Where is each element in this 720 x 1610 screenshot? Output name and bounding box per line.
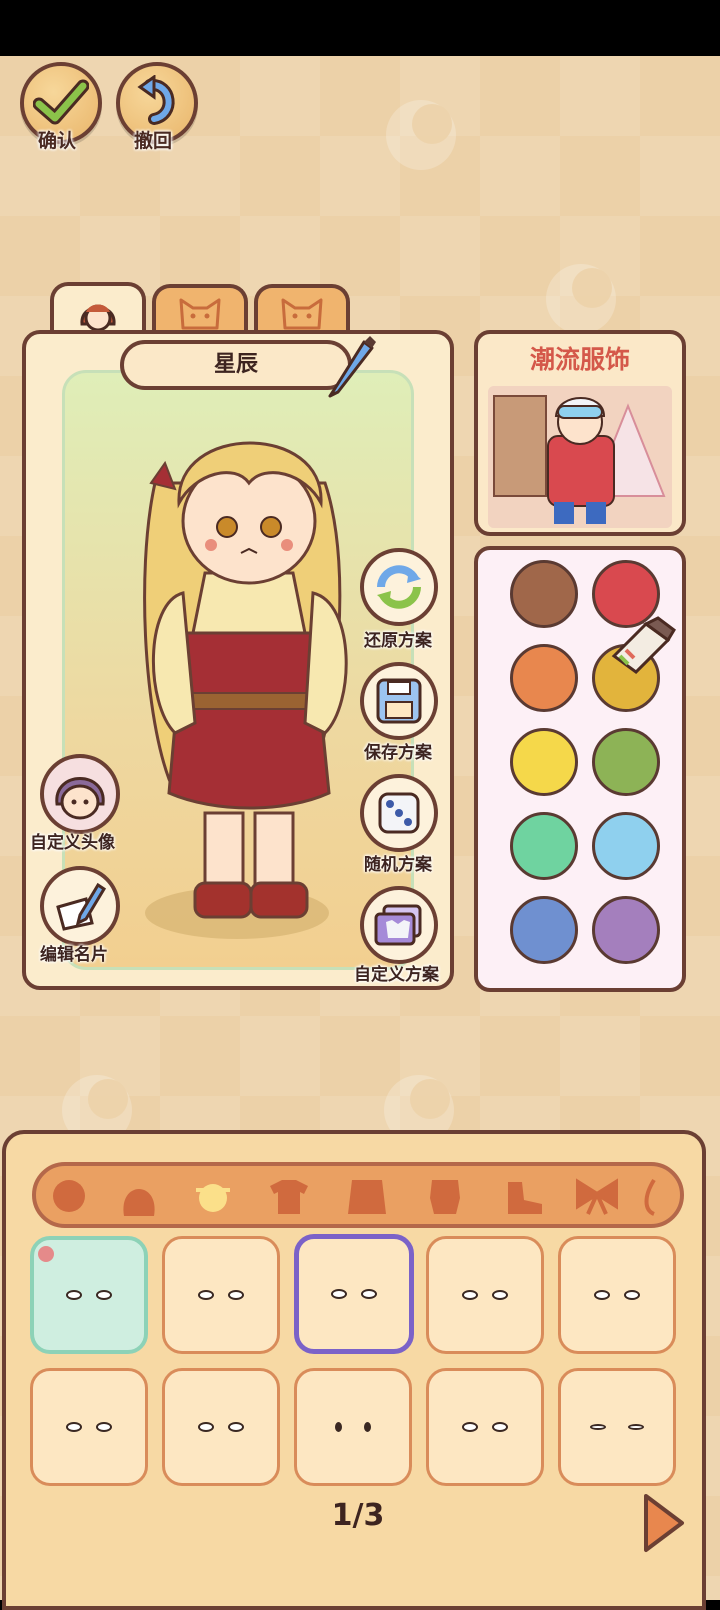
confirm-label: 确认: [38, 130, 77, 152]
eye-style-preview: [462, 1422, 508, 1432]
moon-decoration: [386, 100, 456, 170]
character-name[interactable]: 星辰: [120, 340, 352, 390]
girl-face-icon: [80, 304, 116, 332]
item-tile[interactable]: [426, 1368, 544, 1486]
hair-category-icon[interactable]: [114, 1176, 164, 1216]
trend-title: 潮流服饰: [529, 345, 630, 374]
character-panel: 星辰 还原方案 保存方案 随机方案 自定义方案 自定义头像 编辑名片: [22, 330, 454, 990]
trend-illustration: [488, 386, 672, 528]
item-tile[interactable]: [162, 1368, 280, 1486]
random-plan-button[interactable]: [360, 774, 438, 852]
undo-label: 撤回: [134, 130, 173, 152]
trend-outfit-card[interactable]: 潮流服饰: [474, 330, 686, 536]
color-swatch[interactable]: [510, 812, 578, 880]
eye-style-preview: [590, 1424, 644, 1430]
color-swatch[interactable]: [510, 644, 578, 712]
eye-style-preview: [198, 1290, 244, 1300]
eye-style-preview: [594, 1290, 640, 1300]
next-page-arrow-icon[interactable]: [640, 1492, 686, 1554]
color-swatch[interactable]: [510, 560, 578, 628]
save-plan-label: 保存方案: [364, 743, 432, 763]
edit-card-label: 编辑名片: [40, 945, 108, 965]
character-figure: [143, 441, 348, 939]
face-category-icon[interactable]: [44, 1176, 94, 1216]
eye-style-preview: [335, 1422, 371, 1432]
eye-style-preview: [331, 1289, 377, 1299]
item-tile-selected[interactable]: [294, 1234, 414, 1354]
page-indicator: 1/3: [331, 1498, 385, 1533]
avatar-icon: [55, 777, 105, 820]
custom-plan-label: 自定义方案: [354, 965, 439, 985]
edit-card-icon: [56, 882, 107, 931]
trend-outfit-image: [488, 386, 672, 528]
paint-brush-icon[interactable]: [606, 616, 676, 680]
moon-decoration: [546, 264, 616, 334]
top-category-icon[interactable]: [264, 1176, 314, 1216]
item-tile[interactable]: [162, 1236, 280, 1354]
outfit-category-icon[interactable]: [420, 1176, 470, 1216]
random-plan-label: 随机方案: [364, 855, 432, 875]
checkmark-icon: [33, 79, 89, 125]
floppy-disk-icon: [376, 678, 422, 724]
color-palette: [474, 546, 686, 992]
character-stage: [62, 370, 414, 970]
cat-face-icon: [281, 298, 323, 330]
save-plan-button[interactable]: [360, 662, 438, 740]
color-swatch[interactable]: [510, 896, 578, 964]
item-tile[interactable]: [558, 1368, 676, 1486]
restore-plan-button[interactable]: [360, 548, 438, 626]
custom-avatar-label: 自定义头像: [30, 833, 115, 853]
item-tile[interactable]: [558, 1236, 676, 1354]
shoes-category-icon[interactable]: [498, 1176, 548, 1216]
color-swatch[interactable]: [510, 728, 578, 796]
restore-plan-label: 还原方案: [364, 631, 432, 651]
bow-category-icon[interactable]: [572, 1176, 622, 1216]
item-tile[interactable]: [30, 1368, 148, 1486]
color-swatch[interactable]: [592, 812, 660, 880]
custom-plan-button[interactable]: [360, 886, 438, 964]
special-badge: [38, 1246, 54, 1262]
jacket-category-icon[interactable]: [342, 1176, 392, 1216]
eyes-category-icon[interactable]: [188, 1176, 238, 1216]
item-tile[interactable]: [30, 1236, 148, 1354]
category-bar: [32, 1162, 684, 1228]
eye-style-preview: [198, 1422, 244, 1432]
cat-face-icon: [179, 298, 221, 330]
accessory-category-icon[interactable]: [640, 1176, 668, 1216]
item-selection-panel: 1/3: [2, 1130, 706, 1610]
outfit-cards-icon: [374, 904, 422, 946]
refresh-icon: [377, 565, 421, 609]
item-tile[interactable]: [426, 1236, 544, 1354]
eye-style-preview: [462, 1290, 508, 1300]
dice-icon: [378, 792, 420, 834]
undo-arrow-icon: [137, 75, 175, 125]
eye-style-preview: [66, 1290, 112, 1300]
pencil-icon[interactable]: [324, 334, 378, 398]
color-swatch[interactable]: [592, 728, 660, 796]
item-tile[interactable]: [294, 1368, 412, 1486]
custom-avatar-button[interactable]: [40, 754, 120, 834]
edit-card-button[interactable]: [40, 866, 120, 946]
eye-style-preview: [66, 1422, 112, 1432]
status-bar: [0, 0, 720, 56]
color-swatch[interactable]: [592, 896, 660, 964]
